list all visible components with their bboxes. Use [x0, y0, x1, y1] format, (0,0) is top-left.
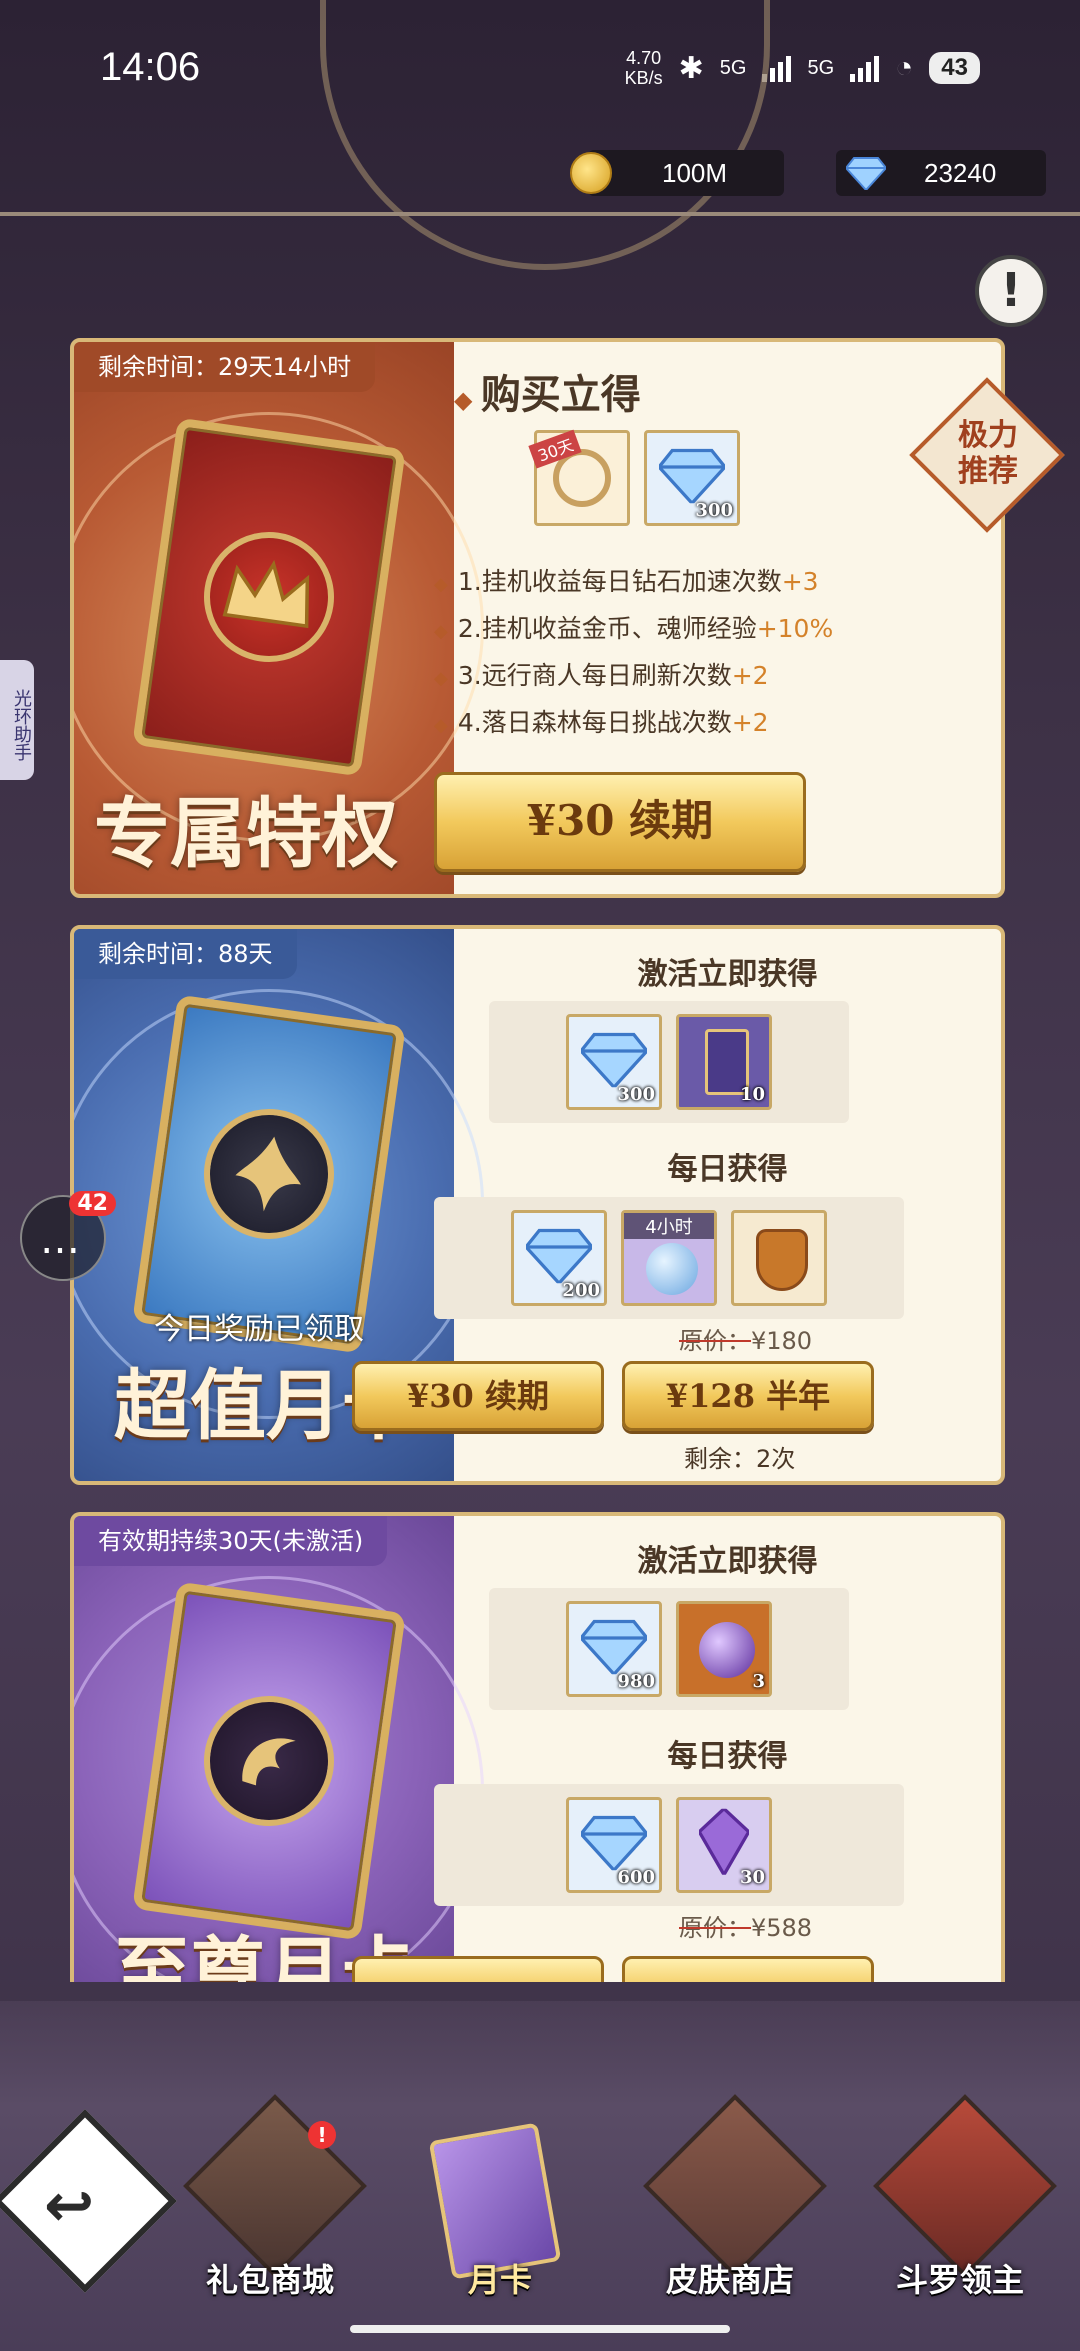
- privilege-details: ◆ 购买立得 30天 300 1.挂机收益每日钻石加速次数+3 2.挂机收益金币…: [434, 342, 1001, 894]
- orb-icon: [699, 1622, 755, 1678]
- privilege-timer: 剩余时间：29天14小时: [74, 342, 376, 392]
- nav-gift-shop[interactable]: ! 礼包商城: [180, 2094, 367, 2311]
- coin-balance: 100M: [570, 150, 784, 196]
- chat-button[interactable]: … 42: [20, 1191, 116, 1281]
- daily-heading: 每日获得: [667, 1152, 788, 1187]
- privilege-card-panel: 剩余时间：29天14小时 专属特权卡 ◆ 购买立得 30天 300 1.挂机收益…: [70, 338, 1005, 898]
- supreme-card-panel: 有效期持续30天(未激活) 至尊月卡 激活立即获得 980 3 每日获得 600…: [70, 1512, 1005, 1982]
- activate-heading: 激活立即获得: [637, 1544, 818, 1579]
- value-timer: 剩余时间：88天: [74, 929, 297, 979]
- battery-indicator: 43: [929, 52, 980, 84]
- diamond-item: 200: [511, 1210, 607, 1306]
- potion-item: 4小时: [621, 1210, 717, 1306]
- orb-item: 3: [676, 1601, 772, 1697]
- home-indicator[interactable]: [350, 2325, 730, 2333]
- nav-skin-shop[interactable]: 皮肤商店: [640, 2094, 827, 2311]
- gift-shop-badge: !: [308, 2121, 336, 2149]
- recommend-ribbon-text: 极力推荐: [958, 418, 1018, 489]
- benefit-item: 2.挂机收益金币、魂师经验+10%: [434, 607, 833, 654]
- diamond-icon: [526, 1228, 592, 1284]
- diamond-item: 980: [566, 1601, 662, 1697]
- wifi-icon: ◔: [895, 51, 914, 84]
- supreme-button-right[interactable]: [622, 1956, 874, 1982]
- top-divider: [0, 212, 1080, 216]
- side-assistant-tab[interactable]: 光环助手: [0, 660, 34, 780]
- value-card-image: [132, 994, 406, 1354]
- buy-get-heading: ◆ 购买立得: [454, 371, 641, 418]
- coin-icon: [570, 152, 612, 194]
- privilege-card-art: 剩余时间：29天14小时 专属特权卡: [74, 342, 484, 894]
- supreme-original-price: 原价：¥588: [679, 1914, 813, 1942]
- bottom-nav: ↩ ! 礼包商城 月卡 皮肤商店 斗罗领主: [0, 2001, 1080, 2351]
- supreme-card-image: [132, 1581, 406, 1941]
- diamond-item: 300: [644, 430, 740, 526]
- diamond-icon: [581, 1619, 647, 1675]
- diamond-icon: [581, 1032, 647, 1088]
- gift-shop-icon: [183, 2094, 367, 2278]
- benefit-item: 3.远行商人每日刷新次数+2: [434, 654, 833, 701]
- supreme-details: 激活立即获得 980 3 每日获得 600 30 原价：¥588: [352, 1516, 1001, 1982]
- dragon-icon: [195, 1687, 343, 1835]
- supreme-timer: 有效期持续30天(未激活): [74, 1516, 388, 1566]
- fleur-icon: [195, 1100, 343, 1248]
- signal-icon-2: [850, 54, 880, 82]
- crystal-item: 30: [676, 1797, 772, 1893]
- nav-monthly-card[interactable]: 月卡: [410, 2111, 590, 2311]
- benefit-item: 4.落日森林每日挑战次数+2: [434, 701, 833, 748]
- top-ornament: [320, 0, 770, 270]
- activate-items: 980 3: [489, 1588, 849, 1710]
- card-item: 10: [676, 1014, 772, 1110]
- shield-icon: [756, 1229, 808, 1291]
- back-arrow-icon: ↩: [44, 2171, 95, 2241]
- privilege-card-image: [132, 417, 406, 777]
- diamond-icon: [659, 448, 725, 504]
- daily-items: 600 30: [434, 1784, 904, 1906]
- benefit-item: 1.挂机收益每日钻石加速次数+3: [434, 560, 833, 607]
- value-original-price: 原价：¥180: [679, 1327, 813, 1355]
- supreme-button-left[interactable]: [352, 1956, 604, 1982]
- ring-item: 30天: [528, 429, 630, 526]
- value-renew-button[interactable]: ¥30 续期: [352, 1361, 604, 1431]
- clock: 14:06: [100, 45, 201, 89]
- signal-label-2: 5G: [807, 56, 835, 79]
- chat-icon: …: [40, 1217, 80, 1263]
- activate-items: 300 10: [489, 1001, 849, 1123]
- privilege-renew-button[interactable]: ¥30 续期: [434, 772, 806, 872]
- privilege-card-title: 专属特权卡: [94, 789, 398, 878]
- nav-douluo-lord[interactable]: 斗罗领主: [870, 2094, 1057, 2311]
- diamond-item: 300: [566, 1014, 662, 1110]
- value-details: 激活立即获得 300 10 每日获得 200 4小时 原价：¥180 ¥30 续…: [352, 929, 1001, 1481]
- supreme-card-art: 有效期持续30天(未激活) 至尊月卡: [74, 1516, 484, 1982]
- chat-unread-badge: 42: [69, 1191, 116, 1216]
- value-card-panel: 剩余时间：88天 今日奖励已领取 超值月卡 激活立即获得 300 10 每日获得…: [70, 925, 1005, 1485]
- lord-icon: [873, 2094, 1057, 2278]
- shield-item: [731, 1210, 827, 1306]
- claimed-status: 今日奖励已领取: [154, 1312, 364, 1347]
- crown-icon: [195, 523, 343, 671]
- remaining-count: 剩余：2次: [684, 1445, 796, 1473]
- daily-items: 200 4小时: [434, 1197, 904, 1319]
- daily-heading: 每日获得: [667, 1739, 788, 1774]
- activate-heading: 激活立即获得: [637, 957, 818, 992]
- skin-shop-icon: [643, 2094, 827, 2278]
- crystal-icon: [699, 1808, 749, 1875]
- buy-items: 30天 300: [528, 429, 740, 526]
- diamond-icon: [581, 1815, 647, 1871]
- diamond-icon: [846, 157, 886, 190]
- value-halfyear-button[interactable]: ¥128 半年: [622, 1361, 874, 1431]
- gem-balance: 23240: [836, 150, 1046, 196]
- benefits-list: 1.挂机收益每日钻石加速次数+3 2.挂机收益金币、魂师经验+10% 3.远行商…: [434, 560, 833, 748]
- diamond-item: 600: [566, 1797, 662, 1893]
- info-button[interactable]: !: [975, 255, 1047, 327]
- potion-icon: [646, 1243, 698, 1295]
